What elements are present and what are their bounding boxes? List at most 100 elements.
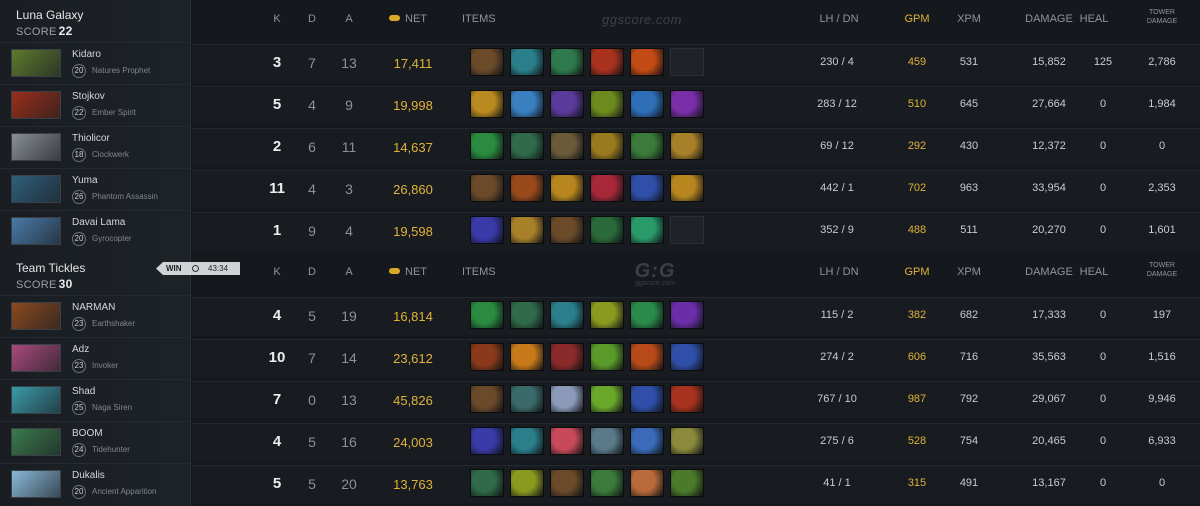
- col-k[interactable]: K: [262, 13, 292, 25]
- item-icon[interactable]: [510, 174, 544, 202]
- item-icon[interactable]: [510, 132, 544, 160]
- stat-deaths: 5: [308, 476, 316, 492]
- player-entry[interactable]: Dukalis 20 Ancient Apparition: [0, 463, 190, 504]
- item-icon[interactable]: [630, 48, 664, 76]
- empty-item-slot[interactable]: [670, 48, 704, 76]
- col-xpm[interactable]: XPM: [944, 13, 994, 25]
- item-icon[interactable]: [630, 301, 664, 329]
- empty-item-slot[interactable]: [670, 216, 704, 244]
- player-entry[interactable]: NARMAN 23 Earthshaker: [0, 295, 190, 336]
- item-icon[interactable]: [470, 469, 504, 497]
- item-icon[interactable]: [510, 90, 544, 118]
- item-icon[interactable]: [550, 216, 584, 244]
- item-icon[interactable]: [550, 301, 584, 329]
- col-gpm[interactable]: GPM: [892, 266, 942, 278]
- item-icon[interactable]: [470, 427, 504, 455]
- item-icon[interactable]: [510, 469, 544, 497]
- item-icon[interactable]: [670, 301, 704, 329]
- item-icon[interactable]: [470, 385, 504, 413]
- stat-kills: 10: [268, 349, 286, 366]
- item-icon[interactable]: [470, 132, 504, 160]
- col-xpm[interactable]: XPM: [944, 266, 994, 278]
- col-items[interactable]: ITEMS: [462, 266, 507, 278]
- item-icon[interactable]: [510, 216, 544, 244]
- item-icon[interactable]: [550, 385, 584, 413]
- stat-xpm: 491: [959, 477, 979, 489]
- item-icon[interactable]: [550, 469, 584, 497]
- item-icon[interactable]: [590, 469, 624, 497]
- item-icon[interactable]: [670, 132, 704, 160]
- col-heal[interactable]: HEAL: [1069, 13, 1119, 25]
- item-icon[interactable]: [550, 48, 584, 76]
- item-icon[interactable]: [590, 343, 624, 371]
- col-k[interactable]: K: [262, 266, 292, 278]
- player-entry[interactable]: Adz 23 Invoker: [0, 337, 190, 378]
- item-icon[interactable]: [630, 385, 664, 413]
- col-tower-damage[interactable]: TOWER DAMAGE: [1137, 261, 1187, 279]
- player-entry[interactable]: Shad 25 Naga Siren: [0, 379, 190, 420]
- player-entry[interactable]: Thiolicor 18 Clockwerk: [0, 126, 190, 167]
- item-icon[interactable]: [630, 427, 664, 455]
- item-icon[interactable]: [470, 174, 504, 202]
- col-lh-dn[interactable]: LH / DN: [804, 13, 874, 25]
- item-icon[interactable]: [590, 427, 624, 455]
- col-a[interactable]: A: [334, 13, 364, 25]
- col-tower-damage[interactable]: TOWER DAMAGE: [1137, 8, 1187, 26]
- item-icon[interactable]: [590, 132, 624, 160]
- item-icon[interactable]: [470, 90, 504, 118]
- stat-deaths: 5: [308, 434, 316, 450]
- item-icon[interactable]: [550, 343, 584, 371]
- stat-gpm: 987: [907, 393, 927, 405]
- item-icon[interactable]: [670, 469, 704, 497]
- item-icon[interactable]: [630, 132, 664, 160]
- col-d[interactable]: D: [297, 266, 327, 278]
- item-icon[interactable]: [630, 216, 664, 244]
- item-icon[interactable]: [470, 216, 504, 244]
- item-icon[interactable]: [670, 174, 704, 202]
- col-items[interactable]: ITEMS: [462, 13, 507, 25]
- player-entry[interactable]: Kidaro 20 Natures Prophet: [0, 42, 190, 83]
- item-icon[interactable]: [670, 90, 704, 118]
- score-label: SCORE: [16, 26, 57, 38]
- stat-gpm: 606: [907, 351, 927, 363]
- item-icon[interactable]: [550, 132, 584, 160]
- item-icon[interactable]: [550, 427, 584, 455]
- item-icon[interactable]: [590, 90, 624, 118]
- item-icon[interactable]: [470, 343, 504, 371]
- stat-damage: 12,372: [1032, 140, 1066, 152]
- item-icon[interactable]: [550, 174, 584, 202]
- player-entry[interactable]: Davai Lama 20 Gyrocopter: [0, 210, 190, 251]
- col-d[interactable]: D: [297, 13, 327, 25]
- item-icon[interactable]: [630, 343, 664, 371]
- item-icon[interactable]: [470, 48, 504, 76]
- item-icon[interactable]: [630, 90, 664, 118]
- item-icon[interactable]: [590, 301, 624, 329]
- item-icon[interactable]: [510, 48, 544, 76]
- item-icon[interactable]: [550, 90, 584, 118]
- item-icon[interactable]: [470, 301, 504, 329]
- item-icon[interactable]: [510, 343, 544, 371]
- item-icon[interactable]: [670, 385, 704, 413]
- col-a[interactable]: A: [334, 266, 364, 278]
- item-icon[interactable]: [590, 216, 624, 244]
- item-icon[interactable]: [510, 385, 544, 413]
- col-heal[interactable]: HEAL: [1069, 266, 1119, 278]
- item-icon[interactable]: [630, 469, 664, 497]
- item-icon[interactable]: [510, 427, 544, 455]
- item-icon[interactable]: [590, 48, 624, 76]
- watermark-text: ggscore.com: [602, 12, 682, 27]
- player-entry[interactable]: BOOM 24 Tidehunter: [0, 421, 190, 462]
- item-icon[interactable]: [590, 174, 624, 202]
- col-lh-dn[interactable]: LH / DN: [804, 266, 874, 278]
- item-icon[interactable]: [510, 301, 544, 329]
- player-entry[interactable]: Stojkov 22 Ember Spirit: [0, 84, 190, 125]
- item-icon[interactable]: [630, 174, 664, 202]
- item-icon[interactable]: [590, 385, 624, 413]
- item-icon[interactable]: [670, 343, 704, 371]
- stat-tower-damage: 0: [1158, 477, 1166, 489]
- col-net[interactable]: NET: [378, 13, 438, 25]
- col-gpm[interactable]: GPM: [892, 13, 942, 25]
- item-icon[interactable]: [670, 427, 704, 455]
- player-entry[interactable]: Yuma 26 Phantom Assassin: [0, 168, 190, 209]
- col-net[interactable]: NET: [378, 266, 438, 278]
